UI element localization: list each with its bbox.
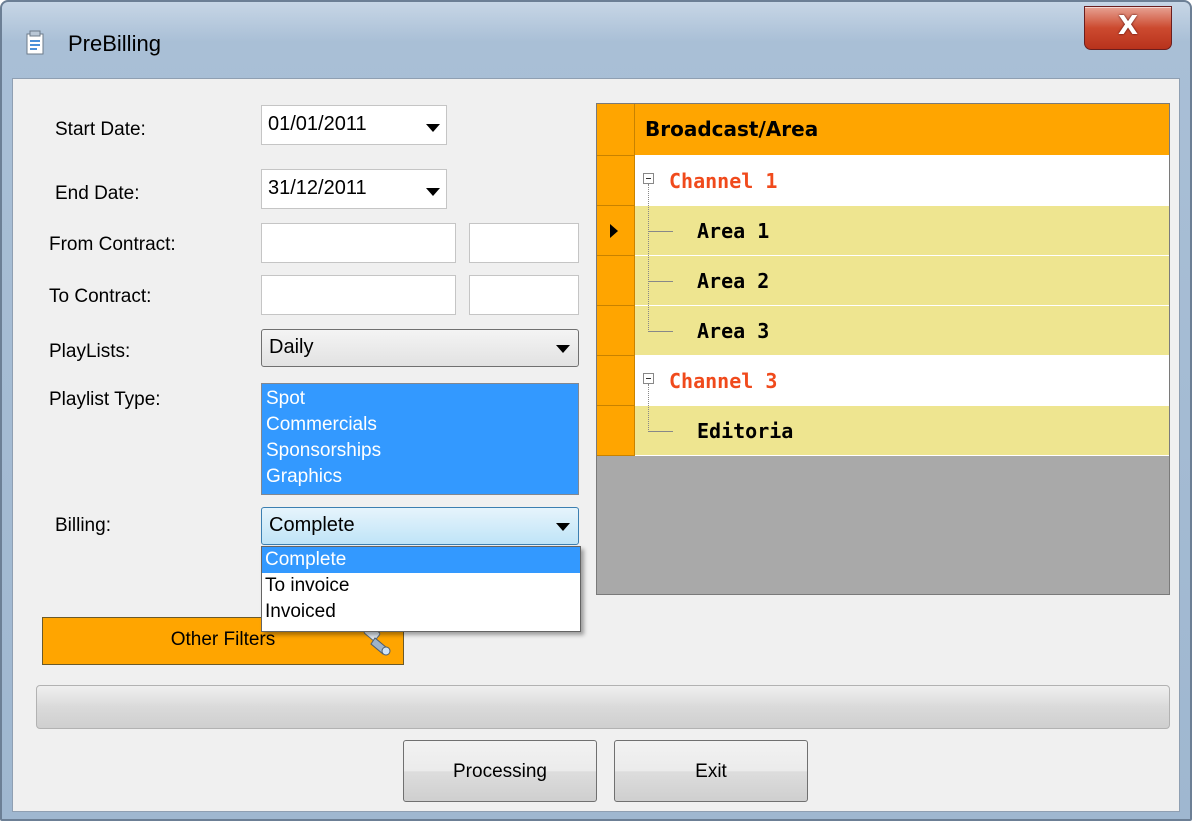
progress-bar <box>36 685 1170 729</box>
tree-row-channel[interactable]: Channel 1 <box>635 156 1169 206</box>
collapse-icon[interactable] <box>643 173 654 184</box>
playlists-dropdown[interactable]: Daily <box>261 329 579 367</box>
tree-row-label: Area 3 <box>697 319 770 343</box>
start-date-label: Start Date: <box>55 119 146 140</box>
row-header-current[interactable] <box>597 206 635 256</box>
processing-button[interactable]: Processing <box>403 740 597 802</box>
playlists-value: Daily <box>269 336 314 358</box>
title-bar[interactable]: PreBilling X <box>2 2 1190 76</box>
end-date-value: 31/12/2011 <box>268 177 367 199</box>
list-item[interactable]: Spot <box>266 386 574 412</box>
tree-row-area[interactable]: Area 2 <box>635 256 1169 306</box>
tree-connector-line <box>649 281 673 282</box>
grid-corner-header <box>597 104 635 156</box>
from-contract-input-2[interactable] <box>469 223 579 263</box>
tree-connector-line <box>649 431 673 432</box>
app-icon <box>26 30 44 55</box>
row-header[interactable] <box>597 306 635 356</box>
prebilling-window: PreBilling X Start Date: 01/01/2011 End … <box>0 0 1192 821</box>
from-contract-label: From Contract: <box>49 234 176 255</box>
billing-option-complete[interactable]: Complete <box>262 547 580 573</box>
row-header[interactable] <box>597 406 635 456</box>
start-date-picker[interactable]: 01/01/2011 <box>261 105 447 145</box>
exit-button[interactable]: Exit <box>614 740 808 802</box>
chevron-down-icon <box>426 188 440 196</box>
chevron-down-icon <box>556 523 570 531</box>
grid-column-header[interactable]: Broadcast/Area <box>635 104 1169 156</box>
playlist-type-listbox[interactable]: Spot Commercials Sponsorships Graphics <box>261 383 579 495</box>
tree-row-label: Channel 3 <box>669 369 778 393</box>
collapse-icon[interactable] <box>643 373 654 384</box>
billing-label: Billing: <box>55 515 111 536</box>
list-item[interactable]: Graphics <box>266 464 574 490</box>
tree-row-area[interactable]: Area 1 <box>635 206 1169 256</box>
tree-connector-line <box>649 231 673 232</box>
from-contract-input[interactable] <box>261 223 456 263</box>
chevron-down-icon <box>556 345 570 353</box>
processing-button-label: Processing <box>453 761 547 782</box>
other-filters-label: Other Filters <box>170 629 276 650</box>
tree-row-label: Area 1 <box>697 219 770 243</box>
form-client-area: Start Date: 01/01/2011 End Date: 31/12/2… <box>12 78 1180 812</box>
current-row-indicator-icon <box>610 224 618 238</box>
close-icon: X <box>1117 11 1139 41</box>
row-header[interactable] <box>597 356 635 406</box>
window-title: PreBilling <box>68 31 161 56</box>
row-header[interactable] <box>597 156 635 206</box>
playlist-type-label: Playlist Type: <box>49 389 161 410</box>
column-header-label: Broadcast/Area <box>645 117 819 141</box>
tree-connector-line <box>649 331 673 332</box>
to-contract-input-2[interactable] <box>469 275 579 315</box>
billing-option-to-invoice[interactable]: To invoice <box>262 573 580 599</box>
tree-connector-line <box>648 384 649 432</box>
tree-connector-line <box>648 184 649 332</box>
list-item[interactable]: Commercials <box>266 412 574 438</box>
broadcast-area-grid[interactable]: Broadcast/Area Channel 1 Area 1 Area 2 A… <box>596 103 1170 595</box>
tree-row-label: Editoria <box>697 419 794 443</box>
close-button[interactable]: X <box>1084 6 1172 50</box>
tree-row-channel[interactable]: Channel 3 <box>635 356 1169 406</box>
tree-row-area[interactable]: Area 3 <box>635 306 1169 356</box>
tree-row-label: Channel 1 <box>669 169 778 193</box>
end-date-label: End Date: <box>55 183 140 204</box>
start-date-value: 01/01/2011 <box>268 113 367 135</box>
exit-button-label: Exit <box>695 761 727 782</box>
row-header[interactable] <box>597 256 635 306</box>
billing-options-list[interactable]: Complete To invoice Invoiced <box>261 546 581 632</box>
tree-row-label: Area 2 <box>697 269 770 293</box>
list-item[interactable]: Sponsorships <box>266 438 574 464</box>
to-contract-label: To Contract: <box>49 286 152 307</box>
to-contract-input[interactable] <box>261 275 456 315</box>
billing-value: Complete <box>269 514 355 536</box>
billing-option-invoiced[interactable]: Invoiced <box>262 599 580 625</box>
tree-row-area[interactable]: Editoria <box>635 406 1169 456</box>
billing-dropdown[interactable]: Complete <box>261 507 579 545</box>
playlists-label: PlayLists: <box>49 341 131 362</box>
end-date-picker[interactable]: 31/12/2011 <box>261 169 447 209</box>
chevron-down-icon <box>426 124 440 132</box>
